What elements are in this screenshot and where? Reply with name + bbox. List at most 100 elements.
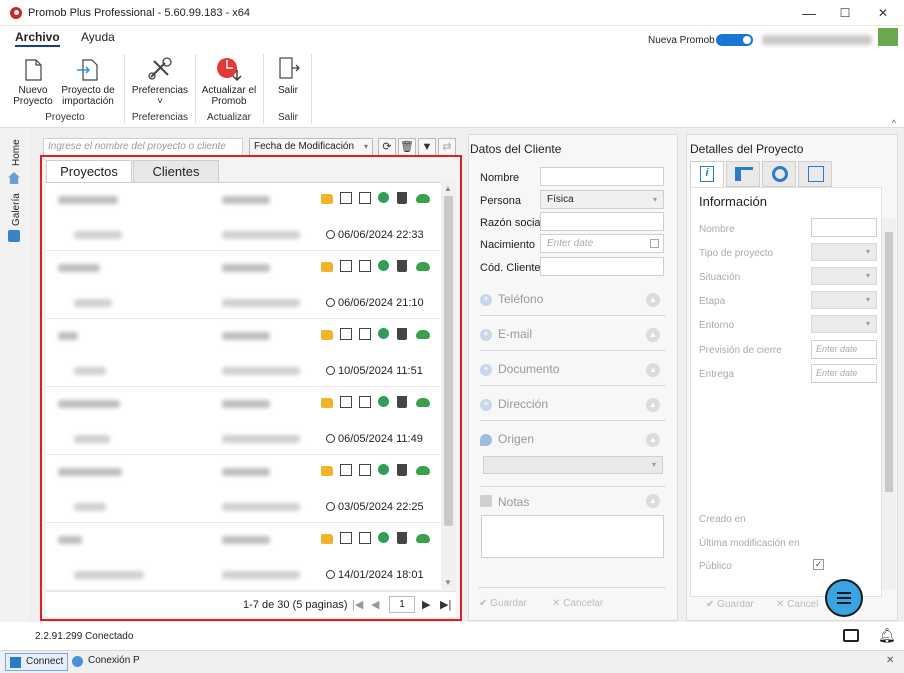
- scroll-thumb[interactable]: [885, 232, 893, 492]
- etapa-select[interactable]: ▾: [811, 291, 877, 309]
- section-documento[interactable]: + Documento ▲: [480, 356, 666, 386]
- share-icon[interactable]: [378, 328, 389, 339]
- export-icon[interactable]: [359, 192, 371, 204]
- new-project-button[interactable]: Nuevo Proyecto: [10, 58, 56, 107]
- tab-history[interactable]: [762, 161, 796, 187]
- import-project-button[interactable]: Proyecto de importación: [58, 58, 118, 107]
- situacion-select[interactable]: ▾: [811, 267, 877, 285]
- share-icon[interactable]: [378, 464, 389, 475]
- swap-button[interactable]: ⇄: [438, 138, 456, 156]
- prev-page-button[interactable]: ◀: [371, 598, 379, 611]
- menu-fab-button[interactable]: [825, 579, 863, 617]
- tab-galeria[interactable]: Galería: [6, 193, 26, 244]
- detail-nombre-field[interactable]: [811, 218, 877, 237]
- trash-icon[interactable]: [397, 396, 407, 408]
- taskbar-conexion[interactable]: Conexión P: [68, 653, 144, 671]
- folder-icon[interactable]: [321, 194, 333, 204]
- table-row[interactable]: 06/05/2024 11:49: [46, 387, 441, 455]
- collapse-icon[interactable]: ▲: [646, 293, 660, 307]
- taskbar-connect[interactable]: Connect: [5, 653, 69, 671]
- collapse-icon[interactable]: ▲: [646, 433, 660, 447]
- collapse-icon[interactable]: ▲: [646, 398, 660, 412]
- export-icon[interactable]: [359, 396, 371, 408]
- copy-icon[interactable]: [340, 260, 352, 272]
- refresh-button[interactable]: ⟳: [378, 138, 396, 156]
- razon-social-field[interactable]: [540, 212, 664, 231]
- folder-icon[interactable]: [321, 330, 333, 340]
- filter-button[interactable]: ▼: [418, 138, 436, 156]
- copy-icon[interactable]: [340, 328, 352, 340]
- export-icon[interactable]: [359, 532, 371, 544]
- prevision-field[interactable]: Enter date: [811, 340, 877, 359]
- details-cancel-button[interactable]: ✕ Cancel: [776, 599, 818, 610]
- client-nombre-field[interactable]: [540, 167, 664, 186]
- search-input[interactable]: Ingrese el nombre del proyecto o cliente: [43, 138, 243, 156]
- copy-icon[interactable]: [340, 192, 352, 204]
- client-cancel-button[interactable]: ✕ Cancelar: [552, 598, 603, 609]
- minimize-button[interactable]: —: [794, 3, 824, 23]
- trash-icon[interactable]: [397, 464, 407, 476]
- cloud-icon[interactable]: [416, 534, 430, 543]
- client-save-button[interactable]: ✔ Guardar: [479, 598, 527, 609]
- folder-icon[interactable]: [321, 534, 333, 544]
- section-telefono[interactable]: + Teléfono ▲: [480, 286, 666, 316]
- calendar-icon[interactable]: [650, 239, 659, 248]
- origen-select[interactable]: ▾: [483, 456, 663, 474]
- share-icon[interactable]: [378, 192, 389, 203]
- close-icon[interactable]: ✕: [886, 655, 894, 666]
- delete-all-button[interactable]: 🗑: [398, 138, 416, 156]
- tab-info[interactable]: i: [690, 161, 724, 187]
- folder-icon[interactable]: [321, 262, 333, 272]
- notes-textarea[interactable]: [481, 515, 664, 558]
- persona-select[interactable]: Física ▾: [540, 190, 664, 209]
- tab-proyectos[interactable]: Proyectos: [46, 160, 132, 182]
- avatar[interactable]: [878, 28, 898, 46]
- entrega-field[interactable]: Enter date: [811, 364, 877, 383]
- scroll-thumb[interactable]: [444, 196, 453, 526]
- menu-archivo[interactable]: Archivo: [15, 30, 60, 47]
- export-icon[interactable]: [359, 464, 371, 476]
- copy-icon[interactable]: [340, 396, 352, 408]
- first-page-button[interactable]: |◀: [352, 598, 363, 611]
- tab-structure[interactable]: [726, 161, 760, 187]
- cloud-icon[interactable]: [416, 398, 430, 407]
- ribbon-collapse-button[interactable]: ^: [892, 118, 896, 128]
- page-input[interactable]: 1: [389, 596, 415, 613]
- nacimiento-field[interactable]: Enter date: [540, 234, 664, 253]
- table-row[interactable]: 10/05/2024 11:51: [46, 319, 441, 387]
- cloud-icon[interactable]: [416, 262, 430, 271]
- exit-button[interactable]: Salir: [268, 56, 308, 96]
- cod-cliente-field[interactable]: [540, 257, 664, 276]
- folder-icon[interactable]: [321, 398, 333, 408]
- table-row[interactable]: 03/05/2024 22:25: [46, 455, 441, 523]
- trash-icon[interactable]: [397, 260, 407, 272]
- new-promob-toggle[interactable]: [716, 34, 753, 46]
- section-direccion[interactable]: + Dirección ▲: [480, 391, 666, 421]
- publico-checkbox[interactable]: ✓: [813, 559, 824, 570]
- collapse-icon[interactable]: ▲: [646, 494, 660, 508]
- cloud-icon[interactable]: [416, 466, 430, 475]
- section-email[interactable]: + E-mail ▲: [480, 321, 666, 351]
- table-row[interactable]: 06/06/2024 22:33: [46, 183, 441, 251]
- tab-checklist[interactable]: [798, 161, 832, 187]
- copy-icon[interactable]: [340, 532, 352, 544]
- export-icon[interactable]: [359, 260, 371, 272]
- cloud-icon[interactable]: [416, 330, 430, 339]
- folder-icon[interactable]: [321, 466, 333, 476]
- collapse-icon[interactable]: ▲: [646, 328, 660, 342]
- details-save-button[interactable]: ✔ Guardar: [706, 599, 754, 610]
- entorno-select[interactable]: ▾: [811, 315, 877, 333]
- chat-icon[interactable]: [843, 629, 859, 642]
- sort-select[interactable]: Fecha de Modificación ▾: [249, 138, 373, 156]
- menu-ayuda[interactable]: Ayuda: [81, 30, 115, 44]
- cloud-icon[interactable]: [416, 194, 430, 203]
- next-page-button[interactable]: ▶: [422, 598, 430, 611]
- section-origen[interactable]: Origen ▲: [480, 426, 666, 456]
- preferences-button[interactable]: Preferencias ˅: [130, 56, 190, 107]
- collapse-icon[interactable]: ▲: [646, 363, 660, 377]
- export-icon[interactable]: [359, 328, 371, 340]
- trash-icon[interactable]: [397, 192, 407, 204]
- update-promob-button[interactable]: Actualizar el Promob: [199, 56, 259, 107]
- table-row[interactable]: 14/01/2024 18:01: [46, 523, 441, 589]
- share-icon[interactable]: [378, 532, 389, 543]
